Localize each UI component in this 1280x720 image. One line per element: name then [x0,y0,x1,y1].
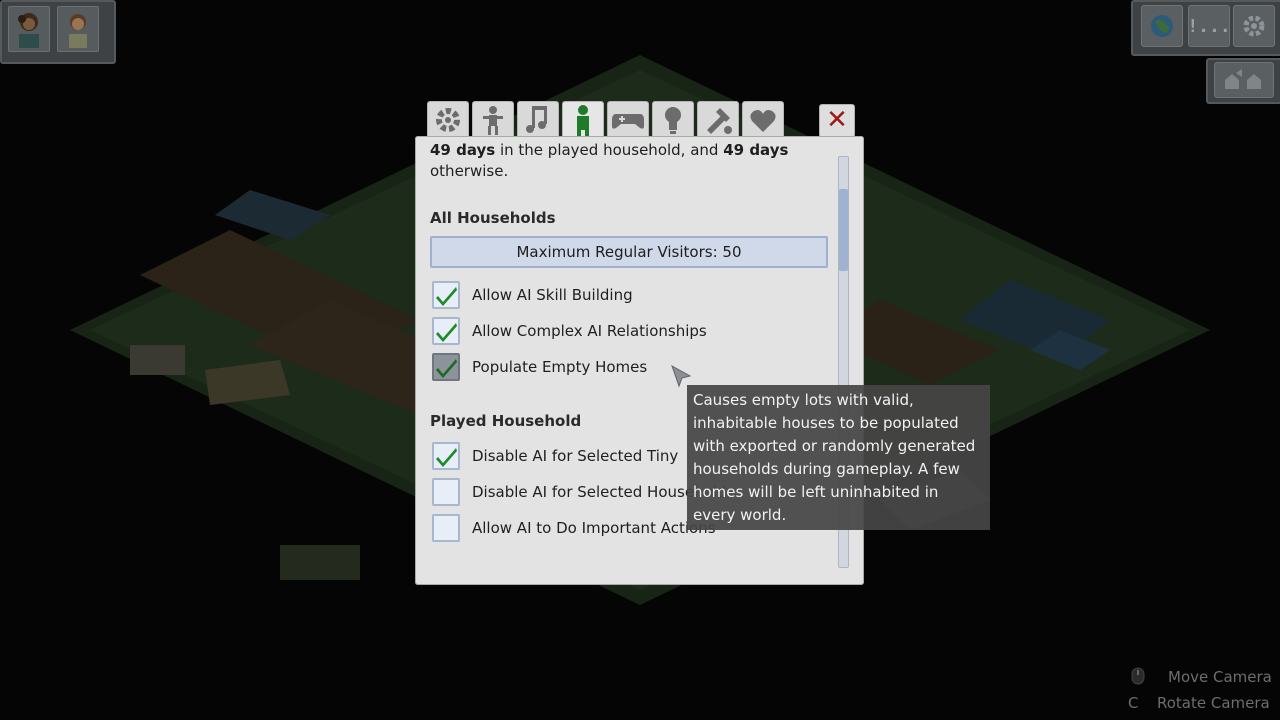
notifications-button[interactable]: !... [1187,5,1231,47]
tooltip-line: inhabitable houses to be populated [693,414,959,432]
max-visitors-button[interactable]: Maximum Regular Visitors: 50 [430,236,828,268]
checkbox[interactable] [432,442,460,470]
checkbox[interactable] [432,353,460,381]
tab-lightbulb-settings[interactable] [652,101,694,138]
tab-music-settings[interactable] [517,101,559,138]
checkbox[interactable] [432,478,460,506]
tab-person-settings[interactable] [472,101,514,138]
checkmark-icon [436,323,457,342]
tab-controls-settings[interactable] [607,101,649,138]
close-button[interactable]: ✕ [819,104,855,138]
checkmark-icon [436,359,457,378]
checkbox[interactable] [432,281,460,309]
option-label: Disable AI for Selected Tiny [472,447,679,465]
tab-ai-settings[interactable] [562,101,604,140]
mouse-cursor-icon [671,364,692,388]
checkmark-icon [436,287,457,306]
checkbox[interactable] [432,514,460,542]
rotate-camera-hint: Rotate Camera [1157,694,1270,712]
option-label: Populate Empty Homes [472,358,648,376]
sim-portrait-2[interactable] [57,6,99,52]
tooltip-line: every world. [693,506,787,524]
tooltip-line: homes will be left uninhabited in [693,483,939,501]
tab-relationships-settings[interactable] [742,101,784,138]
export-household-icon[interactable] [1214,62,1274,98]
intro-text-2: otherwise. [430,162,509,180]
rotate-camera-key: C [1128,694,1139,712]
checkbox[interactable] [432,317,460,345]
allow-complex-ai-relationships-option[interactable]: Allow Complex AI Relationships [432,315,707,347]
tab-general-settings[interactable] [427,101,469,138]
disable-ai-selected-tiny-option[interactable]: Disable AI for Selected Tiny [432,440,678,472]
tooltip-line: households during gameplay. A few [693,460,960,478]
checkmark-icon [436,448,457,467]
intro-days-2: 49 days [723,141,789,159]
intro-text-1: in the played household, and [495,141,724,159]
option-label: Allow AI Skill Building [472,286,633,304]
tab-tools-settings[interactable] [697,101,739,138]
sim-portrait-1[interactable] [8,6,50,52]
populate-empty-homes-option[interactable]: Populate Empty Homes [432,351,647,383]
played-household-title: Played Household [430,412,582,430]
tooltip-line: with exported or randomly generated [693,437,976,455]
all-households-title: All Households [430,209,556,227]
tooltip-line: Causes empty lots with valid, [693,391,914,409]
mouse-icon [1131,667,1145,685]
allow-ai-important-actions-option[interactable]: Allow AI to Do Important Actions [432,512,716,544]
allow-ai-skill-building-option[interactable]: Allow AI Skill Building [432,279,633,311]
move-camera-hint: Move Camera [1168,668,1272,686]
intro-days-1: 49 days [430,141,496,159]
populate-empty-homes-tooltip: Causes empty lots with valid, inhabitabl… [687,385,990,530]
world-icon[interactable] [1141,5,1183,47]
disable-ai-selected-household-option[interactable]: Disable AI for Selected Household [432,476,726,508]
option-label: Allow Complex AI Relationships [472,322,707,340]
scrollbar-thumb[interactable] [839,189,848,271]
option-label: Allow AI to Do Important Actions [472,519,716,537]
intro-text: 49 days in the played household, and 49 … [430,140,830,182]
gear-icon[interactable] [1233,5,1275,47]
